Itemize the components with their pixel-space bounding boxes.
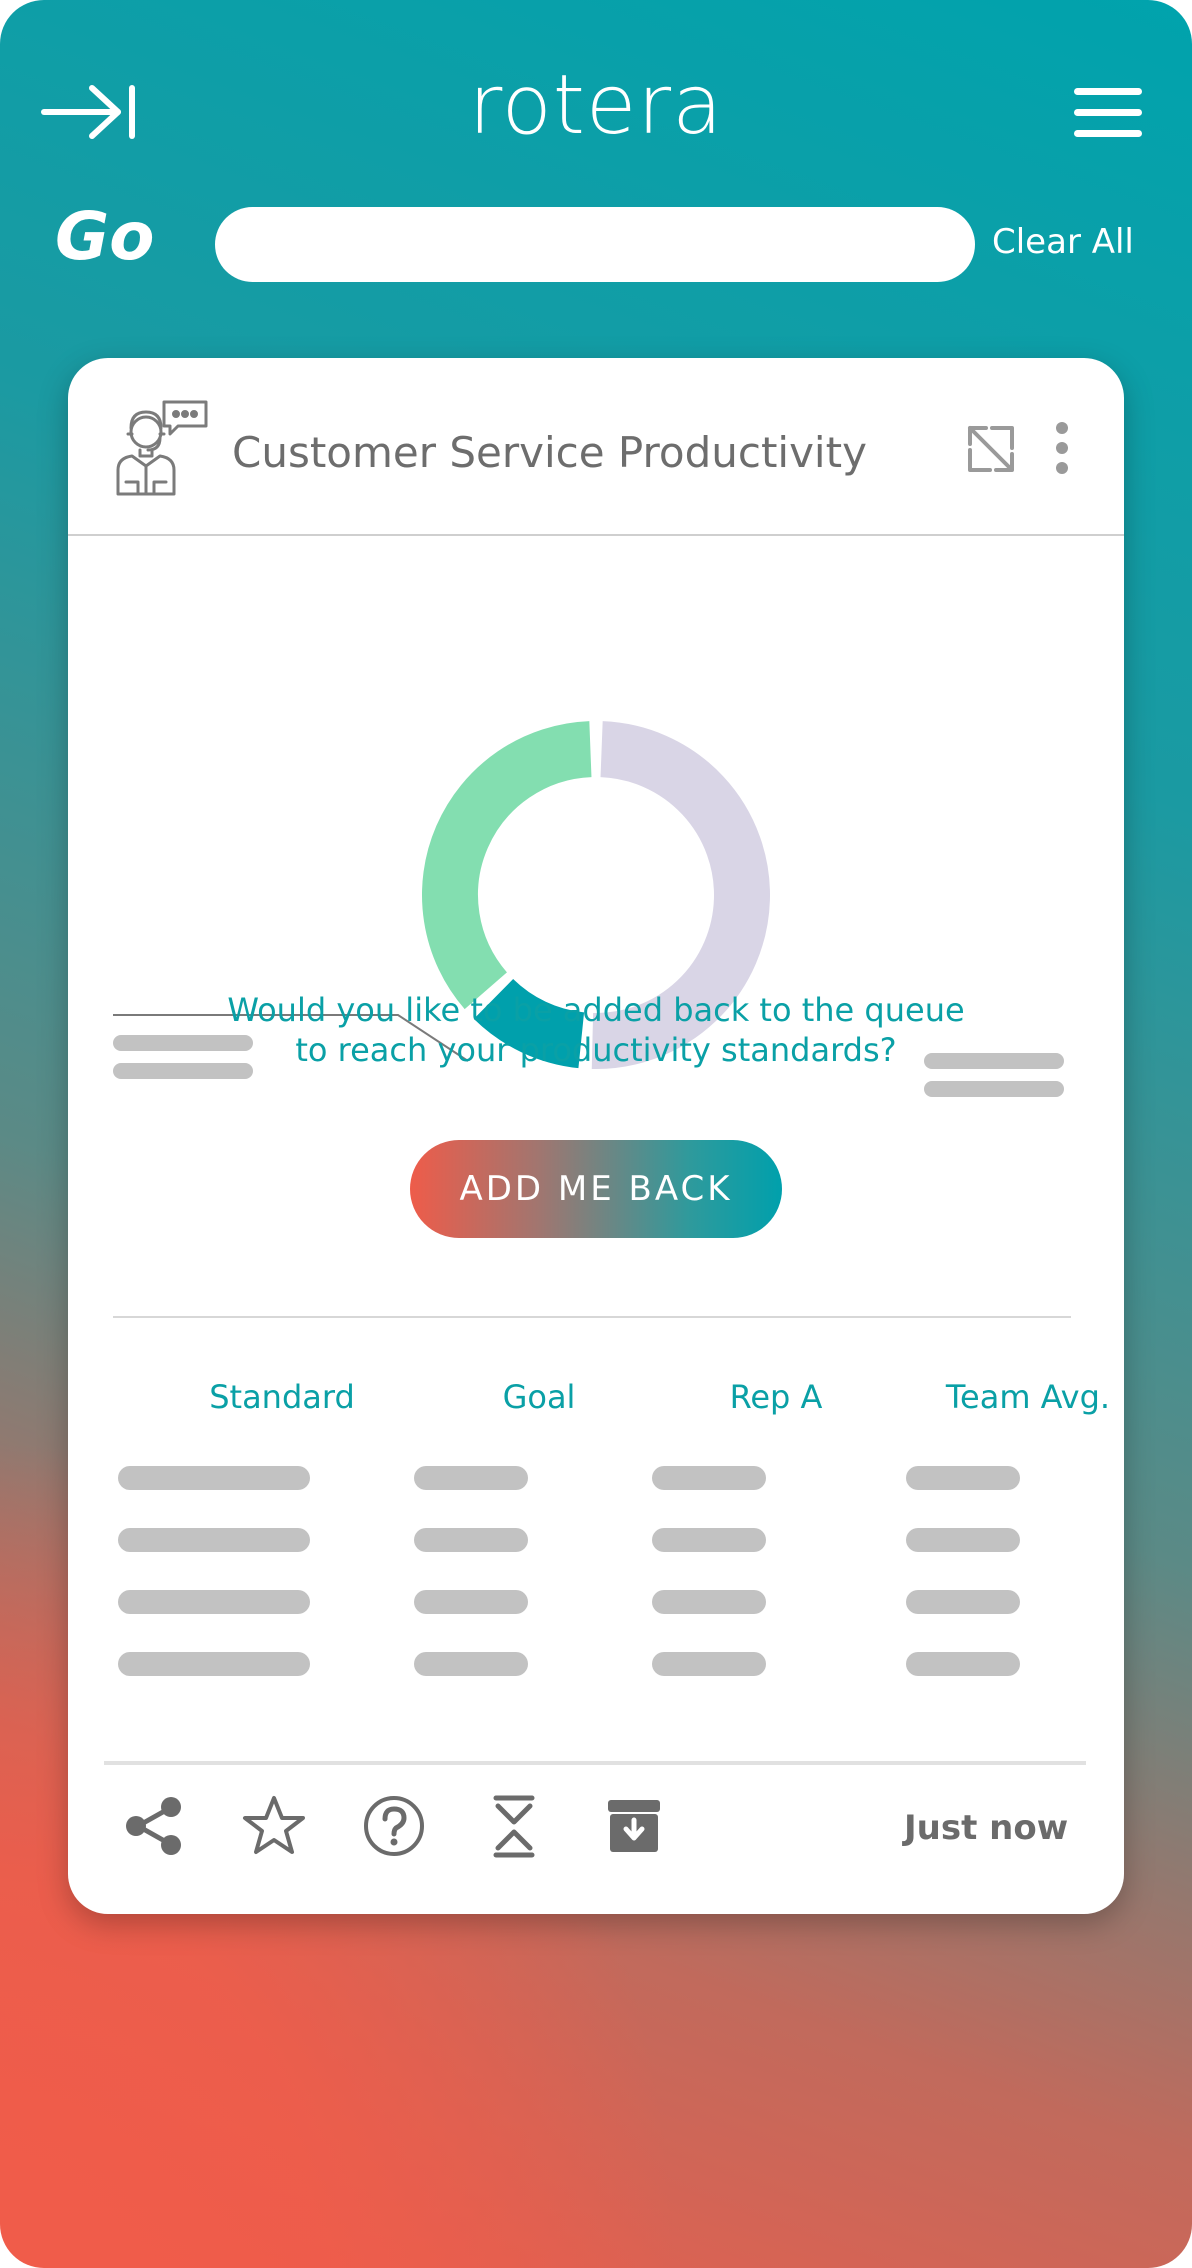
kebab-menu-icon[interactable] bbox=[1050, 420, 1074, 476]
table-cell-placeholder bbox=[118, 1528, 310, 1552]
customer-service-agent-icon bbox=[110, 398, 210, 498]
table-divider bbox=[113, 1316, 1071, 1318]
column-header-standard: Standard bbox=[209, 1378, 355, 1416]
queue-prompt: Would you like to be added back to the q… bbox=[68, 990, 1124, 1070]
share-icon[interactable] bbox=[122, 1794, 186, 1858]
table-cell-placeholder bbox=[906, 1466, 1020, 1490]
app-screen: rotera Go Clear All Customer Service Pro… bbox=[0, 0, 1192, 2268]
archive-icon[interactable] bbox=[602, 1794, 666, 1858]
table-cell-placeholder bbox=[906, 1652, 1020, 1676]
table-cell-placeholder bbox=[414, 1466, 528, 1490]
prompt-line-1: Would you like to be added back to the q… bbox=[227, 991, 965, 1029]
table-cell-placeholder bbox=[118, 1652, 310, 1676]
add-me-back-button[interactable]: ADD ME BACK bbox=[410, 1140, 782, 1238]
card-title: Customer Service Productivity bbox=[232, 428, 867, 477]
app-logo: rotera bbox=[468, 58, 724, 153]
expand-icon[interactable] bbox=[966, 424, 1016, 474]
table-cell-placeholder bbox=[118, 1590, 310, 1614]
go-label[interactable]: Go bbox=[55, 198, 155, 275]
footer-divider bbox=[104, 1761, 1086, 1765]
table-cell-placeholder bbox=[414, 1528, 528, 1552]
clear-all-button[interactable]: Clear All bbox=[992, 222, 1134, 262]
widget-card: Customer Service Productivity Would you … bbox=[68, 358, 1124, 1914]
hamburger-menu-icon[interactable] bbox=[1072, 86, 1144, 140]
header-divider bbox=[68, 534, 1124, 536]
table-cell-placeholder bbox=[652, 1652, 766, 1676]
table-cell-placeholder bbox=[652, 1466, 766, 1490]
star-icon[interactable] bbox=[242, 1794, 306, 1858]
last-updated-timestamp: Just now bbox=[904, 1808, 1069, 1848]
search-input[interactable] bbox=[215, 207, 975, 282]
column-header-rep-a: Rep A bbox=[729, 1378, 823, 1416]
table-cell-placeholder bbox=[906, 1528, 1020, 1552]
table-cell-placeholder bbox=[118, 1466, 310, 1490]
table-cell-placeholder bbox=[906, 1590, 1020, 1614]
collapse-icon[interactable] bbox=[482, 1794, 546, 1858]
column-header-team-avg: Team Avg. bbox=[945, 1378, 1111, 1416]
table-cell-placeholder bbox=[652, 1528, 766, 1552]
column-header-goal: Goal bbox=[502, 1378, 576, 1416]
label-placeholder bbox=[924, 1081, 1064, 1097]
help-icon[interactable] bbox=[362, 1794, 426, 1858]
prompt-line-2: to reach your productivity standards? bbox=[295, 1031, 897, 1069]
donut-slice-2 bbox=[422, 721, 593, 1010]
table-cell-placeholder bbox=[414, 1590, 528, 1614]
table-cell-placeholder bbox=[414, 1652, 528, 1676]
table-cell-placeholder bbox=[652, 1590, 766, 1614]
